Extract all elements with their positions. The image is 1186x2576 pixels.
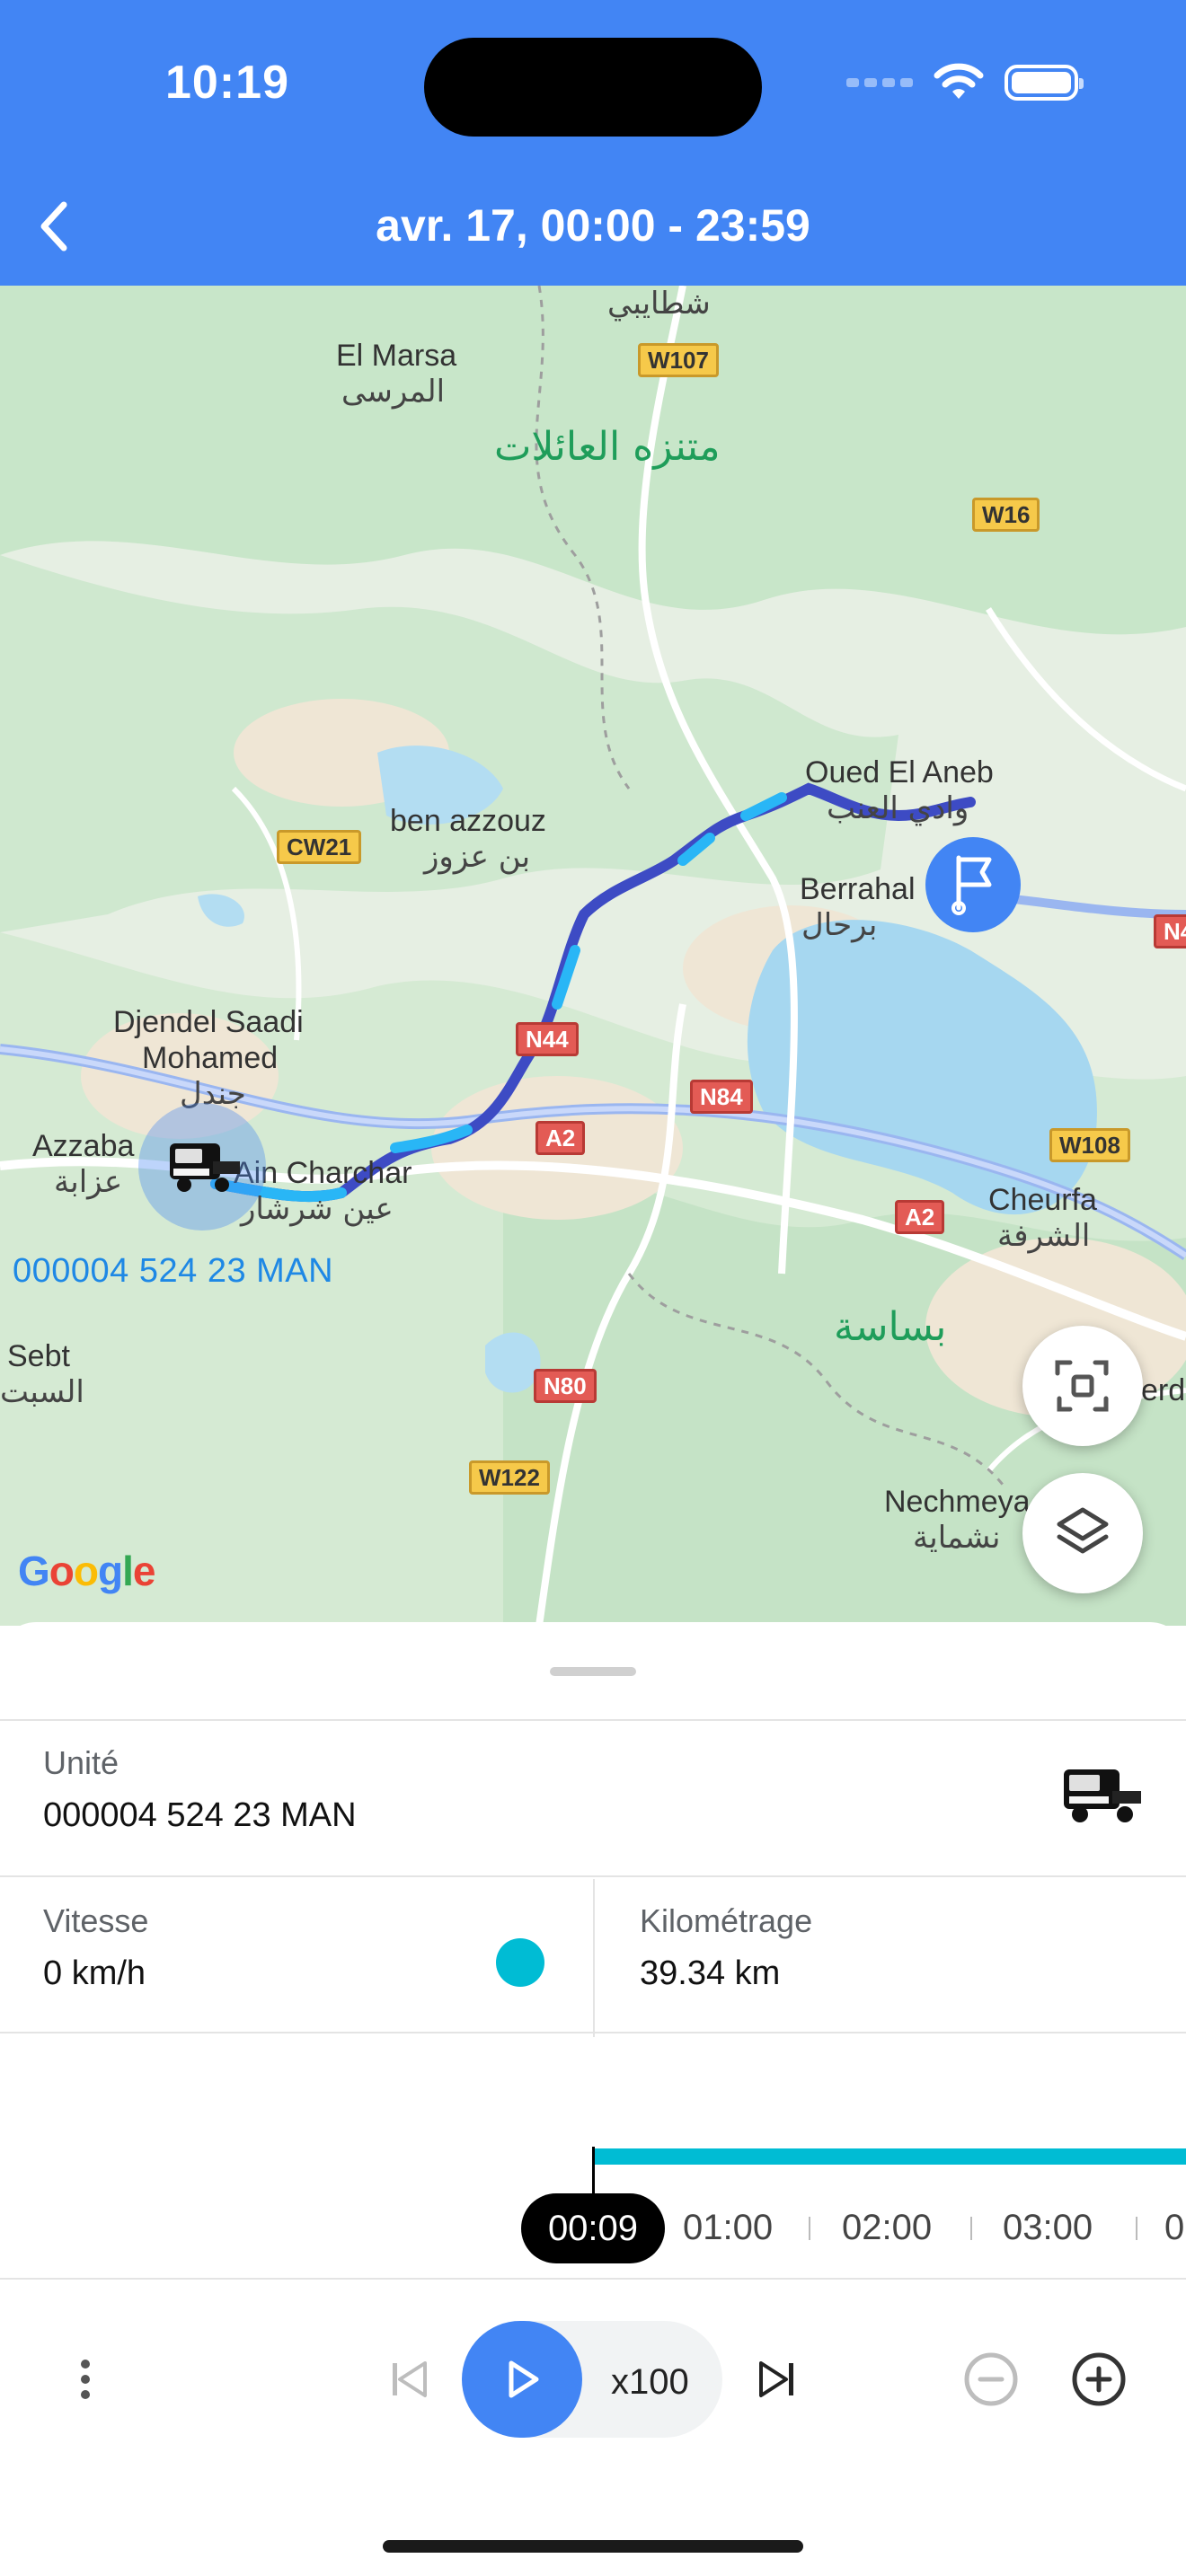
- map-place: نشماية: [913, 1520, 1001, 1556]
- layers-icon: [1057, 1507, 1109, 1554]
- timeline-track-bar[interactable]: [593, 2148, 1186, 2165]
- status-time: 10:19: [165, 57, 289, 109]
- google-logo: Google: [18, 1548, 155, 1594]
- divider: [0, 2278, 1186, 2280]
- cellular-icon: [846, 78, 913, 87]
- sheet-handle[interactable]: [550, 1667, 636, 1676]
- map-place: عين شرشار: [241, 1191, 394, 1227]
- more-button[interactable]: [54, 2348, 117, 2411]
- page-title: avr. 17, 00:00 - 23:59: [376, 200, 810, 251]
- mileage-value: 39.34 km: [640, 1954, 781, 1992]
- app-screen: 10:19 avr. 17, 00:00 - 23:59 شطايبي El M…: [0, 0, 1186, 2576]
- road-sign: W16: [972, 498, 1040, 532]
- map-place: ben azzouz: [390, 804, 546, 838]
- timeline-tick-mark: [809, 2217, 810, 2240]
- unit-label: Unité: [43, 1744, 119, 1781]
- skip-previous-icon: [393, 2361, 427, 2397]
- speed-label: Vitesse: [43, 1902, 149, 1939]
- map-place: Azzaba: [32, 1129, 135, 1163]
- timeline-tick: 02:00: [842, 2208, 933, 2247]
- map-place: متنزه العائلات: [494, 424, 721, 470]
- map-place: برحال: [801, 907, 878, 943]
- wifi-icon: [934, 63, 984, 99]
- current-time-pill: 00:09: [521, 2193, 665, 2263]
- speed-value: 0 km/h: [43, 1954, 146, 1992]
- dynamic-island: [424, 38, 762, 137]
- map-place: Sebt: [7, 1339, 70, 1373]
- timeline-tick-mark: [1136, 2217, 1137, 2240]
- divider: [0, 1719, 1186, 1721]
- map-place: Oued El Aneb: [805, 755, 994, 790]
- road-sign: A2: [535, 1121, 586, 1155]
- map-view[interactable]: شطايبي El Marsa المرسى متنزه العائلات Ou…: [0, 286, 1186, 1626]
- play-button[interactable]: [462, 2321, 582, 2438]
- timeline-tick: 03:00: [1003, 2208, 1093, 2247]
- road-sign: N80: [534, 1369, 597, 1403]
- map-place: شطايبي: [607, 286, 711, 322]
- map-place: المرسى: [341, 374, 446, 410]
- divider: [593, 1879, 595, 2037]
- play-icon: [509, 2360, 539, 2398]
- map-place: Cheurfa: [988, 1183, 1097, 1217]
- road-sign: W107: [638, 343, 719, 377]
- battery-icon: [1005, 65, 1084, 101]
- playback-speed-button[interactable]: x100: [611, 2362, 689, 2403]
- map-place: السبت: [0, 1374, 84, 1410]
- road-sign: N84: [690, 1080, 753, 1114]
- skip-next-icon: [759, 2361, 793, 2397]
- road-sign: W108: [1049, 1128, 1130, 1162]
- map-place: وادي العنب: [827, 790, 969, 826]
- home-indicator[interactable]: [383, 2540, 803, 2553]
- unit-value: 000004 524 23 MAN: [43, 1796, 357, 1834]
- map-place: Mohamed: [142, 1041, 279, 1075]
- road-sign: CW21: [277, 830, 362, 864]
- map-background: [0, 286, 1186, 1626]
- road-sign: N4: [1154, 914, 1186, 948]
- header: 10:19 avr. 17, 00:00 - 23:59: [0, 0, 1186, 286]
- layers-button[interactable]: [1022, 1473, 1143, 1593]
- focus-button[interactable]: [1022, 1326, 1143, 1446]
- zoom-in-button[interactable]: [1067, 2348, 1130, 2411]
- timeline-tick: 01:00: [683, 2208, 774, 2247]
- map-place: عزابة: [54, 1164, 123, 1200]
- flag-icon: [951, 855, 992, 915]
- map-place: Nechmeya: [884, 1485, 1031, 1519]
- divider: [0, 2032, 1186, 2033]
- skip-next-button[interactable]: [746, 2348, 809, 2411]
- road-sign: W122: [469, 1460, 550, 1495]
- destination-marker[interactable]: [925, 837, 1021, 932]
- zoom-out-button[interactable]: [960, 2348, 1022, 2411]
- status-icons: [846, 63, 1084, 102]
- map-place: Berrahal: [800, 872, 916, 906]
- timeline-tick: 0: [1164, 2208, 1185, 2247]
- vehicle-marker[interactable]: [138, 1103, 266, 1231]
- zoom-out-icon: [964, 2352, 1018, 2406]
- mileage-label: Kilométrage: [640, 1902, 813, 1939]
- map-place: بساسة: [834, 1304, 947, 1350]
- map-place: Djendel Saadi: [113, 1005, 304, 1039]
- map-place: الشرفة: [997, 1218, 1091, 1254]
- timeline-tick-mark: [970, 2217, 972, 2240]
- truck-icon: [170, 1143, 240, 1192]
- focus-center-icon: [1055, 1360, 1109, 1412]
- truck-icon: [1064, 1769, 1141, 1822]
- map-place: erda: [1141, 1373, 1186, 1407]
- skip-previous-button[interactable]: [377, 2348, 440, 2411]
- road-sign: N44: [516, 1022, 579, 1056]
- map-place: بن عزوز: [424, 839, 531, 875]
- more-vertical-icon: [81, 2360, 90, 2399]
- zoom-in-icon: [1072, 2352, 1126, 2406]
- road-sign: A2: [895, 1200, 945, 1234]
- divider: [0, 1875, 1186, 1877]
- map-place: El Marsa: [336, 339, 457, 373]
- vehicle-map-label: 000004 524 23 MAN: [13, 1252, 334, 1290]
- speed-status-dot: [496, 1938, 544, 1987]
- details-sheet: Unité 000004 524 23 MAN Vitesse 0 km/h K…: [0, 1622, 1186, 2576]
